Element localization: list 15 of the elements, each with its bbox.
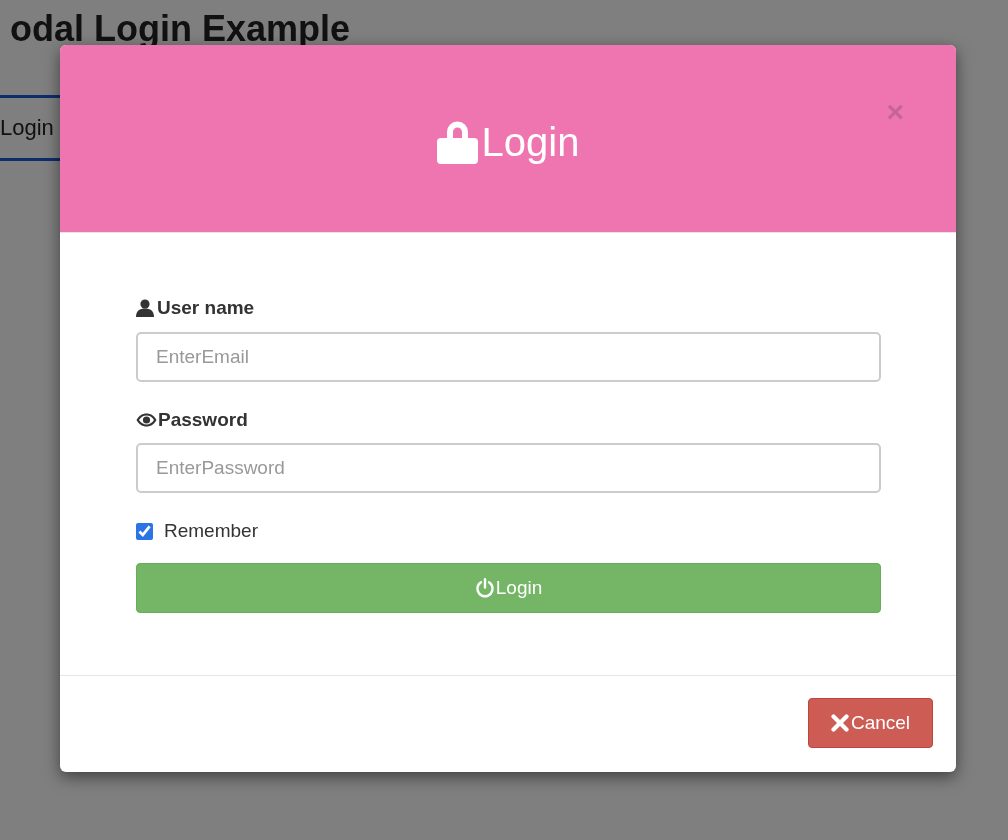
field-label: Password (158, 409, 248, 431)
eye-icon (136, 413, 157, 427)
cancel-button[interactable]: Cancel (808, 698, 933, 748)
field-label: User name (157, 297, 255, 319)
dialog-title: Login (481, 118, 580, 166)
person-icon (136, 299, 154, 317)
power-icon (474, 578, 495, 598)
username-field[interactable]: EnterEmail (136, 332, 881, 382)
page-heading: odal Login Example (10, 10, 351, 48)
remember-checkbox[interactable] (136, 522, 153, 540)
login-button[interactable]: Login (136, 563, 881, 613)
cross-icon (830, 714, 849, 732)
remember-label: Remember (164, 520, 258, 542)
lock-icon (436, 119, 478, 164)
password-field[interactable]: EnterPassword (136, 443, 881, 493)
